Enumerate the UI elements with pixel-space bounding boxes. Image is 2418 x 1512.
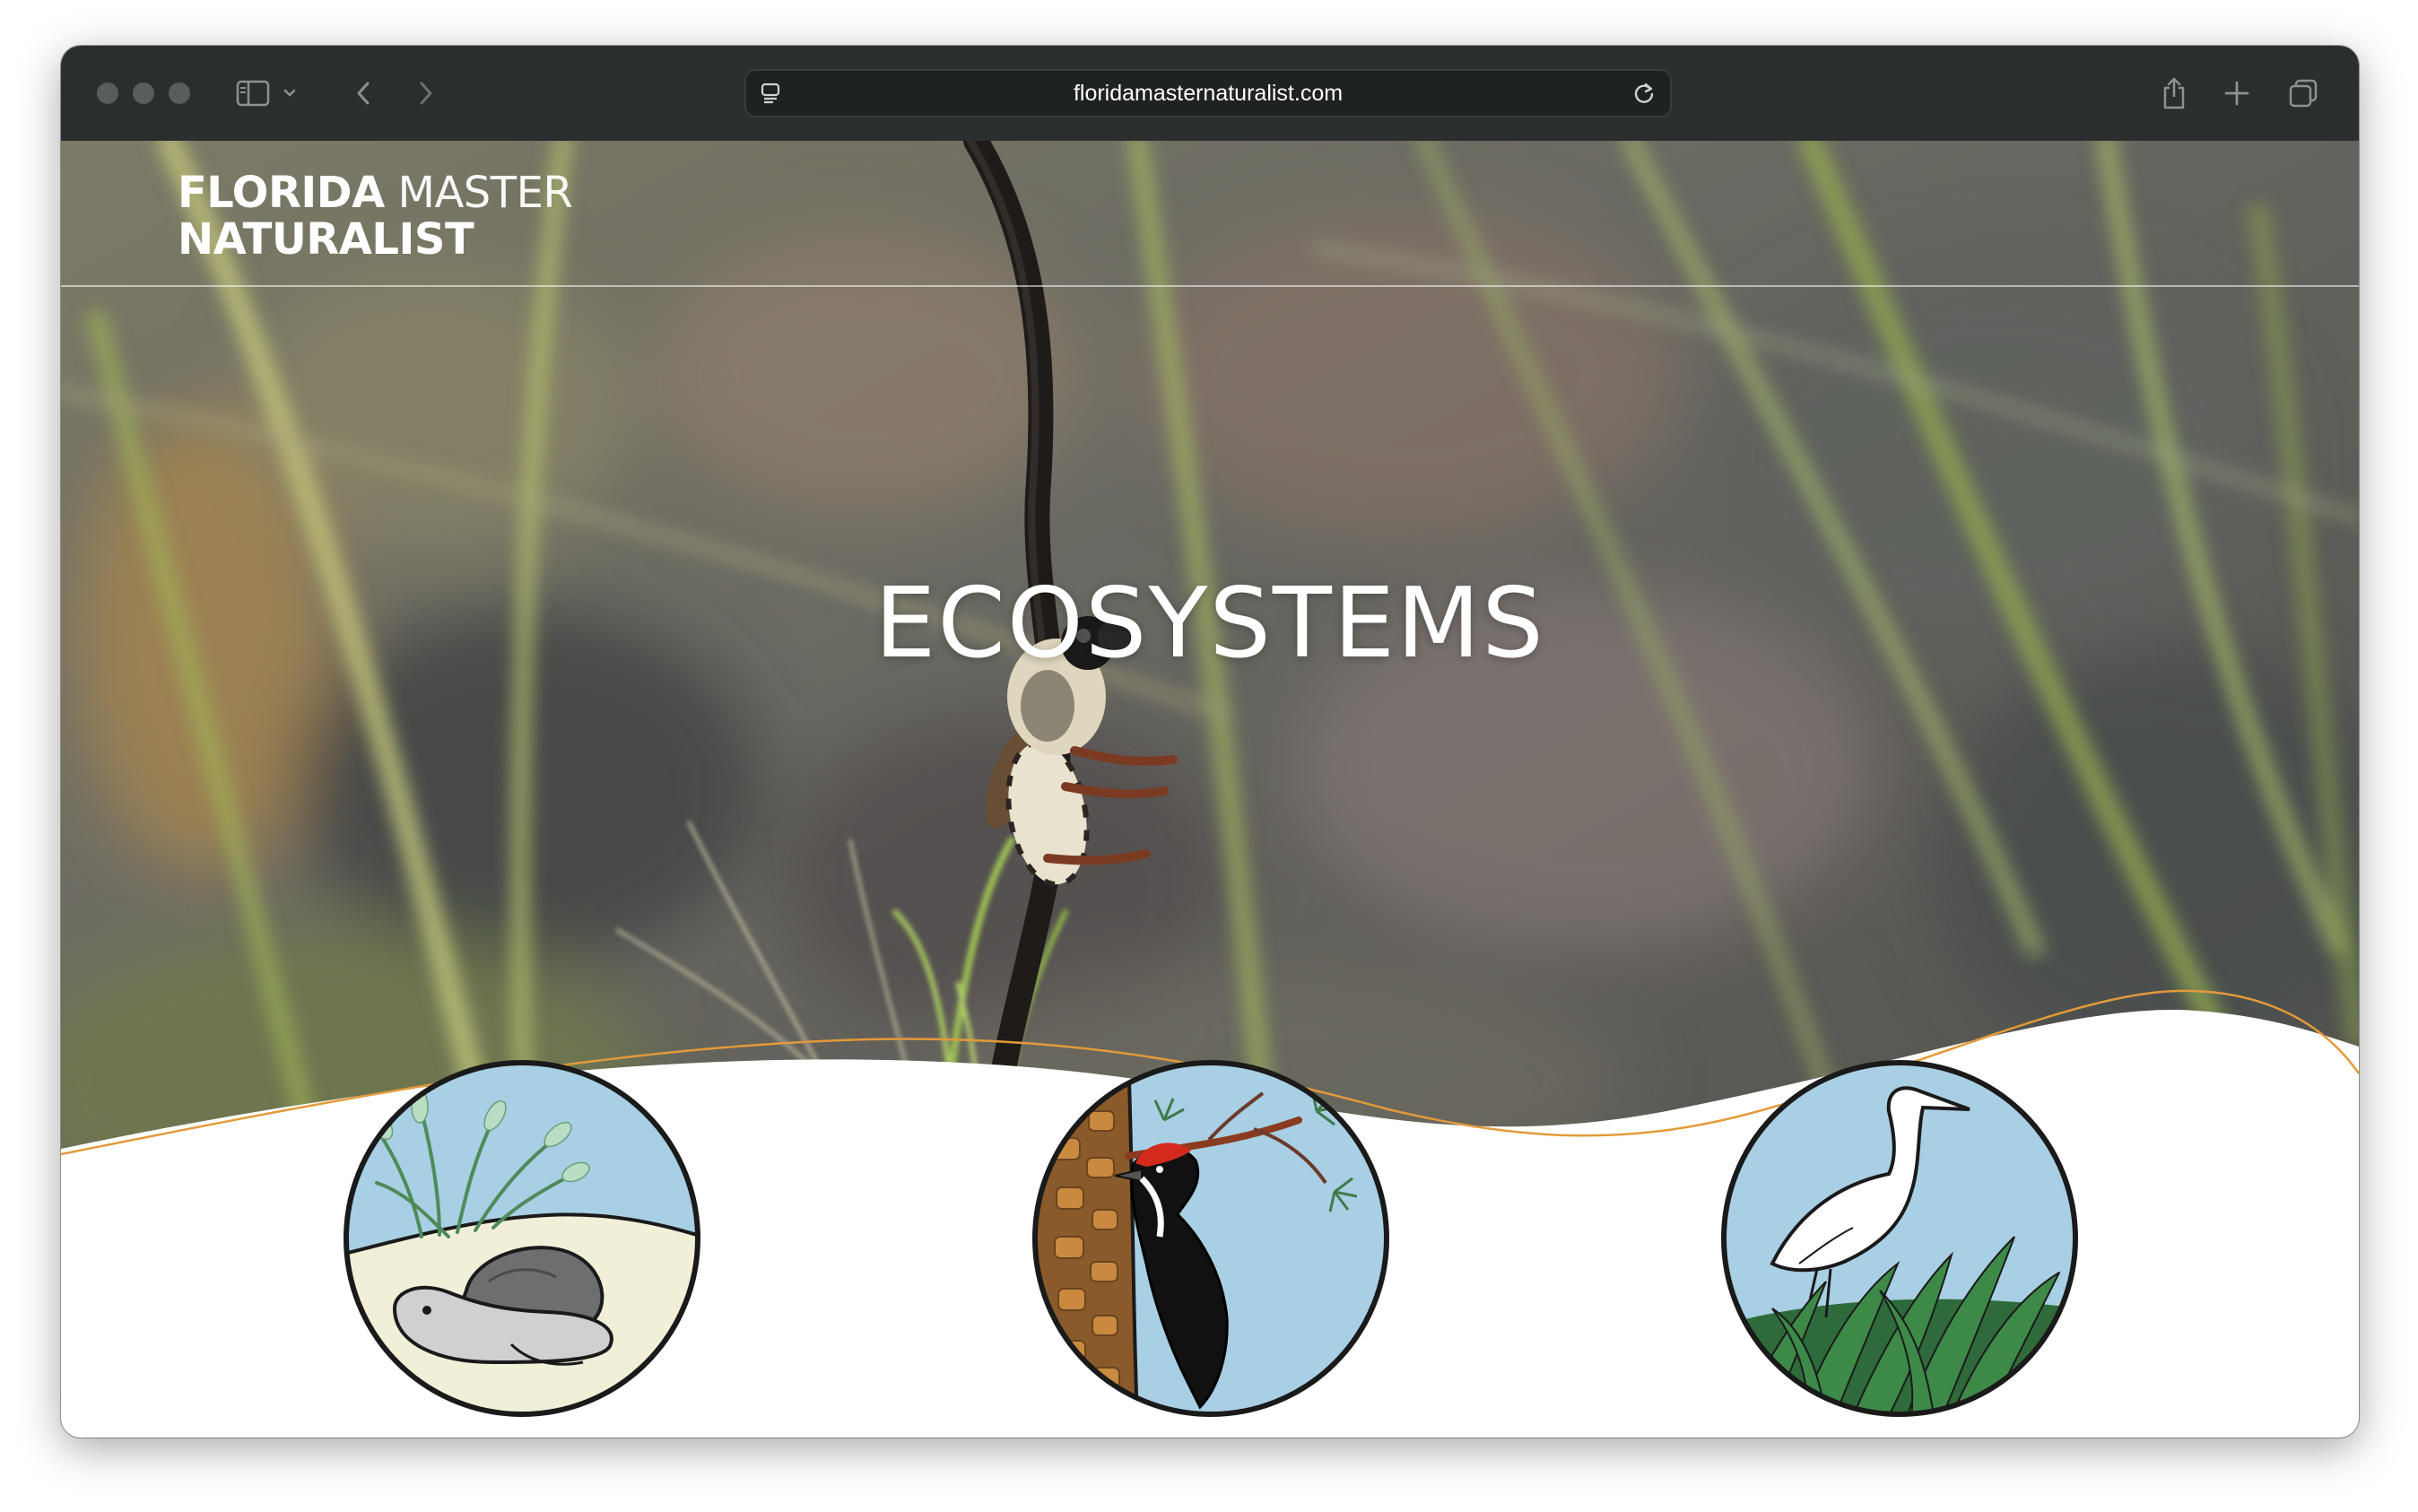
ecosystem-wetland-link[interactable]	[1718, 1057, 2081, 1420]
woodpecker-icon	[1032, 1060, 1389, 1417]
ecosystem-upland-link[interactable]	[341, 1057, 703, 1420]
back-icon[interactable]	[350, 73, 377, 114]
url-text[interactable]: floridamasternaturalist.com	[744, 69, 1672, 117]
forward-icon[interactable]	[413, 73, 439, 114]
tabs-overview-icon[interactable]	[2285, 73, 2321, 114]
browser-toolbar: floridamasternaturalist.com	[61, 46, 2359, 143]
egret-icon	[1721, 1060, 2078, 1417]
reload-icon[interactable]	[1629, 73, 1659, 114]
new-tab-icon[interactable]	[2219, 73, 2255, 114]
tortoise-icon	[344, 1060, 700, 1417]
web-page: FLORIDA MASTER NATURALIST ECOSYSTEMS	[61, 141, 2359, 1438]
ecosystem-forest-link[interactable]	[1030, 1057, 1392, 1420]
sidebar-icon[interactable]	[233, 73, 273, 114]
address-bar[interactable]: floridamasternaturalist.com	[744, 69, 1672, 117]
close-window-button[interactable]	[97, 83, 118, 104]
zoom-window-button[interactable]	[169, 83, 190, 104]
minimize-window-button[interactable]	[133, 83, 154, 104]
browser-window: floridamasternaturalist.com FLORIDA MAST…	[61, 46, 2359, 1438]
chevron-down-icon[interactable]	[280, 73, 300, 114]
share-icon[interactable]	[2156, 73, 2192, 114]
